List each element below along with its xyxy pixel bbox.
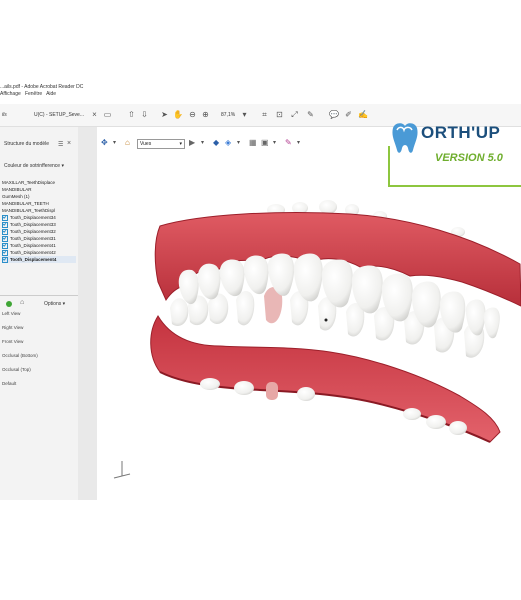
crop-icon[interactable]: ⌗: [260, 110, 269, 119]
play-icon[interactable]: ▶: [189, 138, 195, 147]
tree-item[interactable]: MANDIBULAR: [2, 186, 76, 193]
cursor-marker: [324, 318, 328, 322]
checkbox-icon[interactable]: [2, 242, 8, 249]
comment-icon[interactable]: 💬: [329, 110, 339, 119]
cursor-icon[interactable]: ➤: [160, 110, 169, 119]
tree-item[interactable]: Tooth_Displacement32: [2, 228, 76, 235]
sign-icon[interactable]: ✍: [358, 110, 368, 119]
view-item[interactable]: Left View: [2, 307, 38, 321]
checkbox-icon[interactable]: [2, 214, 8, 221]
tree-item[interactable]: MAXILLAR_TeethDisplace: [2, 179, 76, 186]
zoom-dropdown-icon[interactable]: ▾: [240, 110, 249, 119]
model-tree: MAXILLAR_TeethDisplace MANDIBULAR GumMes…: [2, 179, 76, 263]
tree-item-selected[interactable]: Tooth_Displacement4: [2, 256, 76, 263]
checkbox-icon[interactable]: [2, 235, 8, 242]
view-toolbar: ✥ ▾ ⌂ Vues ▾ ▶ ▾ ◆ ◈ ▾ ▦ ▣ ▾ ✎ ▾: [97, 138, 387, 150]
tree-item[interactable]: GumMesh (1): [2, 193, 76, 200]
view-item[interactable]: Front View: [2, 335, 38, 349]
home-view-icon[interactable]: ⌂: [20, 299, 24, 306]
window-titlebar: ...ails.pdf - Adobe Acrobat Reader DC Af…: [0, 84, 230, 98]
menu-item-affichage[interactable]: Affichage: [0, 91, 21, 97]
orthup-logo: ORTH'UP VERSION 5.0: [385, 120, 521, 190]
dropdown-icon[interactable]: ▾: [113, 139, 116, 146]
dropdown-icon[interactable]: ▾: [237, 139, 240, 146]
tree-item[interactable]: Tooth_Displacement34: [2, 214, 76, 221]
tree-item[interactable]: Tooth_Displacement31: [2, 235, 76, 242]
lighting-icon[interactable]: ◈: [225, 138, 231, 147]
menu-bar: Affichage Fenêtre Aide: [0, 91, 230, 98]
cube-icon[interactable]: ◆: [213, 138, 219, 147]
zoom-in-icon[interactable]: ⊕: [201, 110, 210, 119]
dropdown-icon[interactable]: ▾: [201, 139, 204, 146]
tree-item[interactable]: Tooth_Displacement33: [2, 221, 76, 228]
color-mode-dropdown[interactable]: Couleur de sotrinfference ▾: [4, 163, 64, 169]
page-down-icon[interactable]: ⇩: [140, 110, 149, 119]
background-icon[interactable]: ▣: [261, 138, 269, 147]
checkbox-icon[interactable]: [2, 249, 8, 256]
view-item[interactable]: Right View: [2, 321, 38, 335]
options-button[interactable]: Options ▾: [44, 301, 65, 307]
fit-page-icon[interactable]: ⊡: [275, 110, 284, 119]
tree-item[interactable]: MANDIBULAR_TeethDispl: [2, 207, 76, 214]
view-item[interactable]: Occlusal (Top): [2, 363, 38, 377]
hand-icon[interactable]: ✋: [173, 110, 183, 119]
view-item[interactable]: Default: [2, 377, 38, 391]
home-tab[interactable]: ils: [2, 112, 7, 118]
dental-model-3d[interactable]: [140, 196, 521, 446]
tree-item[interactable]: Tooth_Displacement42: [2, 249, 76, 256]
save-icon[interactable]: ▭: [103, 110, 112, 119]
color-mode-value: Couleur de sotrinfference: [4, 163, 61, 169]
dropdown-icon[interactable]: ▾: [273, 139, 276, 146]
axis-gizmo-icon: [113, 461, 131, 479]
checkbox-icon[interactable]: [2, 221, 8, 228]
close-tab-icon[interactable]: ×: [90, 110, 99, 119]
logo-accent-vertical: [388, 146, 390, 187]
views-list: Left View Right View Front View Occlusal…: [2, 307, 38, 391]
rotate-icon[interactable]: ✥: [101, 138, 108, 147]
menu-item-fenetre[interactable]: Fenêtre: [25, 91, 42, 97]
panel-title: Structure du modèle: [4, 141, 50, 147]
tree-item[interactable]: Tooth_Displacement41: [2, 242, 76, 249]
checkbox-icon[interactable]: [2, 228, 8, 235]
views-select[interactable]: Vues ▾: [137, 139, 185, 149]
tree-item[interactable]: MANDIBULAR_TEETH: [2, 200, 76, 207]
fullscreen-icon[interactable]: ⤢: [290, 110, 299, 119]
model-tree-panel: Structure du modèle ☰ × Couleur de sotri…: [0, 127, 79, 500]
highlight-icon[interactable]: ✎: [306, 110, 315, 119]
document-gutter: [78, 127, 97, 500]
brand-version: VERSION 5.0: [435, 152, 503, 164]
dropdown-icon[interactable]: ▾: [297, 139, 300, 146]
view-item[interactable]: Occlusal (Bottom): [2, 349, 38, 363]
file-tab[interactable]: U(C) - SETUP_Seve...: [34, 112, 84, 118]
zoom-out-icon[interactable]: ⊖: [188, 110, 197, 119]
page-up-icon[interactable]: ⇧: [127, 110, 136, 119]
close-panel-icon[interactable]: ×: [67, 140, 71, 147]
panel-divider: [0, 295, 78, 296]
home-view-icon[interactable]: ⌂: [125, 138, 130, 147]
checkbox-icon[interactable]: [2, 256, 8, 263]
menu-item-aide[interactable]: Aide: [46, 91, 56, 97]
paint-icon[interactable]: ✎: [285, 138, 292, 147]
brand-name: ORTH'UP: [421, 123, 501, 142]
render-mode-icon[interactable]: ▦: [249, 138, 257, 147]
zoom-level[interactable]: 87,1%: [221, 112, 235, 118]
panel-menu-icon[interactable]: ☰: [58, 141, 63, 148]
window-title: ...ails.pdf - Adobe Acrobat Reader DC: [0, 84, 84, 90]
logo-accent-line: [388, 185, 521, 187]
pen-icon[interactable]: ✐: [344, 110, 353, 119]
